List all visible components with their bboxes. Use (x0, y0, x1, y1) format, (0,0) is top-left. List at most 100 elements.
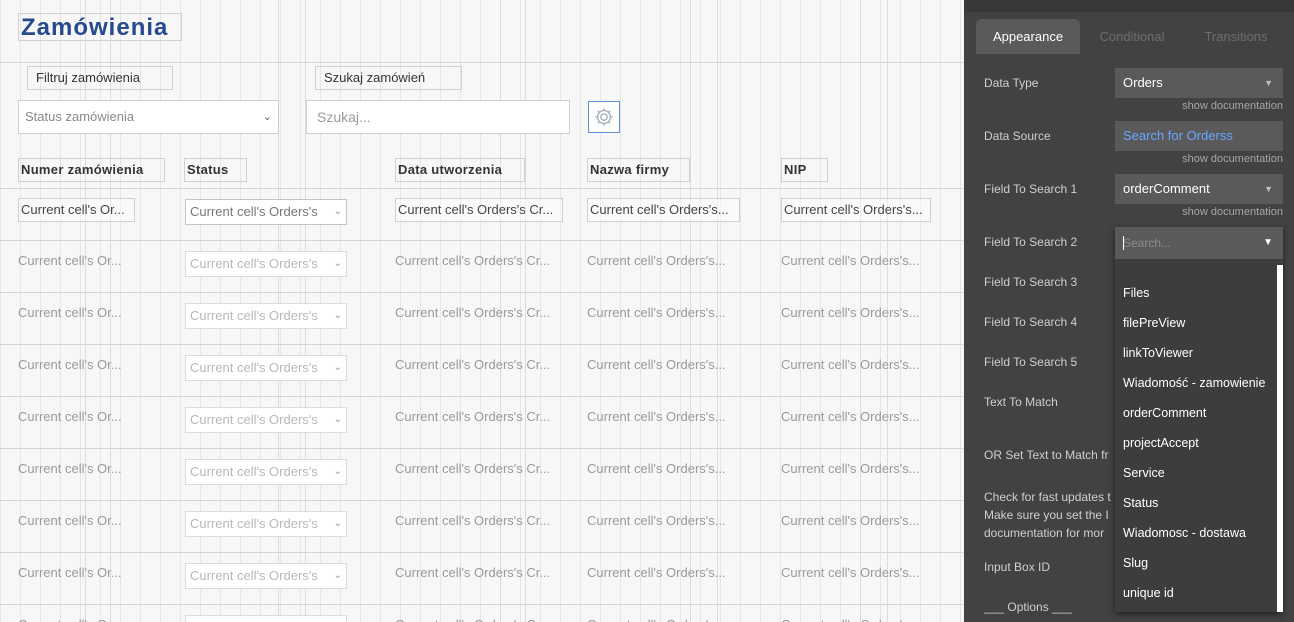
status-dropdown[interactable]: Current cell's Orders's ⌄ (185, 407, 347, 433)
input-box-id-label: Input Box ID (984, 560, 1051, 574)
status-dropdown[interactable]: Current cell's Orders's⌄ (185, 615, 347, 622)
nip-cell[interactable]: Current cell's Orders's... (781, 250, 931, 274)
nip-cell[interactable]: Current cell's Orders's... (781, 354, 931, 378)
company-name-cell[interactable]: Current cell's Orders's... (587, 406, 740, 430)
field-to-search-3-label: Field To Search 3 (984, 275, 1078, 289)
created-date-cell[interactable]: Current cell's Orders's Cr... (395, 198, 563, 222)
nip-cell[interactable]: Current cell's Orders's... (781, 510, 931, 534)
created-date-cell[interactable]: Current cell's Orders's Cr... (395, 562, 563, 586)
created-date-cell[interactable]: Current cell's Orders's Cr... (395, 250, 563, 274)
created-date-cell[interactable]: Current cell's Orders's Cr... (395, 458, 563, 482)
data-source-field[interactable]: Search for Orderss (1115, 121, 1283, 151)
nip-cell[interactable]: Current cell's Orders's... (781, 562, 931, 586)
company-name-cell[interactable]: Current cell's Orders's... (587, 458, 740, 482)
order-number-cell-text: Current cell's Or... (18, 409, 122, 424)
status-dropdown[interactable]: Current cell's Orders's⌄ (185, 511, 347, 537)
nip-cell[interactable]: Current cell's Orders's... (781, 458, 931, 482)
header-order-number[interactable]: Numer zamówienia (18, 158, 165, 182)
show-documentation-link[interactable]: show documentation (1182, 206, 1283, 218)
dropdown-scrollbar[interactable] (1277, 265, 1283, 612)
status-dropdown-text: Current cell's Orders's (190, 412, 318, 427)
header-status[interactable]: Status (184, 158, 247, 182)
status-dropdown[interactable]: Current cell's Orders's⌄ (185, 251, 347, 277)
order-number-cell[interactable]: Current cell's Or... (18, 406, 135, 430)
dropdown-option[interactable]: unique id (1123, 586, 1174, 600)
field-to-search-1-value: orderComment (1123, 181, 1210, 196)
tab-conditional[interactable]: Conditional (1086, 19, 1178, 54)
company-name-cell[interactable]: Current cell's Orders's... (587, 198, 740, 222)
dropdown-option[interactable]: Service (1123, 466, 1165, 480)
created-date-cell[interactable]: Current cell's Orders's Cr... (395, 302, 563, 326)
status-dropdown-text: Current cell's Orders's (190, 464, 318, 479)
company-name-cell[interactable]: Current cell's Orders's... (587, 562, 740, 586)
status-dropdown[interactable]: Current cell's Orders's⌄ (185, 459, 347, 485)
dropdown-arrow-icon: ▼ (1263, 237, 1273, 248)
guide-line (0, 396, 964, 397)
dropdown-option[interactable]: projectAccept (1123, 436, 1199, 450)
field-to-search-1-select[interactable]: orderComment ▼ (1115, 174, 1283, 204)
created-date-cell[interactable]: Current cell's Orders's Cr... (395, 406, 563, 430)
show-documentation-link[interactable]: show documentation (1182, 100, 1283, 112)
order-number-cell[interactable]: Current cell's Or... (18, 510, 135, 534)
header-company[interactable]: Nazwa firmy (587, 158, 690, 182)
status-dropdown[interactable]: Current cell's Orders's⌄ (185, 199, 347, 225)
guide-line (0, 344, 964, 345)
page-title[interactable]: Zamówienia (18, 13, 182, 41)
order-number-cell[interactable]: Current cell's Or... (18, 458, 135, 482)
dropdown-option[interactable]: Wiadomość - zamowienie (1123, 376, 1265, 390)
created-date-cell[interactable]: Current cell's Orders's Cr... (395, 614, 563, 622)
dropdown-option[interactable]: Slug (1123, 556, 1148, 570)
order-number-cell[interactable]: Current cell's Or... (18, 250, 135, 274)
status-filter-select[interactable]: Status zamówienia ⌄ (18, 100, 279, 134)
dropdown-option[interactable]: Files (1123, 286, 1149, 300)
order-number-cell[interactable]: Current cell's Or... (18, 614, 135, 622)
order-number-cell-text: Current cell's Or... (18, 565, 122, 580)
search-label[interactable]: Szukaj zamówień (315, 66, 462, 90)
status-dropdown[interactable]: Current cell's Orders's⌄ (185, 303, 347, 329)
header-created[interactable]: Data utworzenia (395, 158, 525, 182)
company-name-cell[interactable]: Current cell's Orders's... (587, 250, 740, 274)
order-number-cell[interactable]: Current cell's Or... (18, 198, 135, 222)
created-date-cell[interactable]: Current cell's Orders's Cr... (395, 354, 563, 378)
field-to-search-2-dropdown[interactable]: Search... ▼ Files filePreView linkToViewer… (1115, 227, 1283, 612)
tab-transitions[interactable]: Transitions (1190, 19, 1282, 54)
filter-label[interactable]: Filtruj zamówienia (27, 66, 173, 90)
dropdown-option[interactable]: orderComment (1123, 406, 1206, 420)
chevron-down-icon: ⌄ (331, 564, 342, 588)
status-filter-placeholder: Status zamówienia (25, 109, 135, 124)
company-name-cell-text: Current cell's Orders's... (587, 409, 726, 424)
panel-topbar (964, 0, 1294, 12)
dropdown-option[interactable]: filePreView (1123, 316, 1185, 330)
order-number-cell[interactable]: Current cell's Or... (18, 354, 135, 378)
data-type-select[interactable]: Orders ▼ (1115, 68, 1283, 98)
order-number-cell-text: Current cell's Or... (18, 253, 122, 268)
header-nip[interactable]: NIP (781, 158, 828, 182)
company-name-cell[interactable]: Current cell's Orders's... (587, 302, 740, 326)
nip-cell[interactable]: Current cell's Orders's... (781, 302, 931, 326)
field-to-search-2-label: Field To Search 2 (984, 235, 1078, 249)
created-date-cell-text: Current cell's Orders's Cr... (395, 565, 551, 580)
company-name-cell[interactable]: Current cell's Orders's... (587, 510, 740, 534)
search-settings-button[interactable] (588, 101, 620, 133)
search-input[interactable]: Szukaj... (306, 100, 570, 134)
chevron-down-icon: ⌄ (331, 408, 342, 432)
nip-cell[interactable]: Current cell's Orders's... (781, 198, 931, 222)
dropdown-option[interactable]: Status (1123, 496, 1158, 510)
order-number-cell[interactable]: Current cell's Or... (18, 302, 135, 326)
company-name-cell[interactable]: Current cell's Orders's... (587, 614, 740, 622)
company-name-cell-text: Current cell's Orders's... (587, 253, 726, 268)
company-name-cell[interactable]: Current cell's Orders's... (587, 354, 740, 378)
dropdown-option[interactable]: linkToViewer (1123, 346, 1193, 360)
dropdown-search-input[interactable]: Search... ▼ (1115, 227, 1283, 259)
status-dropdown[interactable]: Current cell's Orders's⌄ (185, 355, 347, 381)
status-dropdown[interactable]: Current cell's Orders's⌄ (185, 563, 347, 589)
nip-cell[interactable]: Current cell's Orders's... (781, 406, 931, 430)
tab-appearance[interactable]: Appearance (976, 19, 1080, 54)
status-dropdown-text: Current cell's Orders's (190, 204, 318, 219)
show-documentation-link[interactable]: show documentation (1182, 153, 1283, 165)
nip-cell[interactable]: Current cell's Orders's... (781, 614, 931, 622)
dropdown-option[interactable]: Wiadomosc - dostawa (1123, 526, 1246, 540)
created-date-cell[interactable]: Current cell's Orders's Cr... (395, 510, 563, 534)
order-number-cell[interactable]: Current cell's Or... (18, 562, 135, 586)
chevron-down-icon: ⌄ (331, 356, 342, 380)
